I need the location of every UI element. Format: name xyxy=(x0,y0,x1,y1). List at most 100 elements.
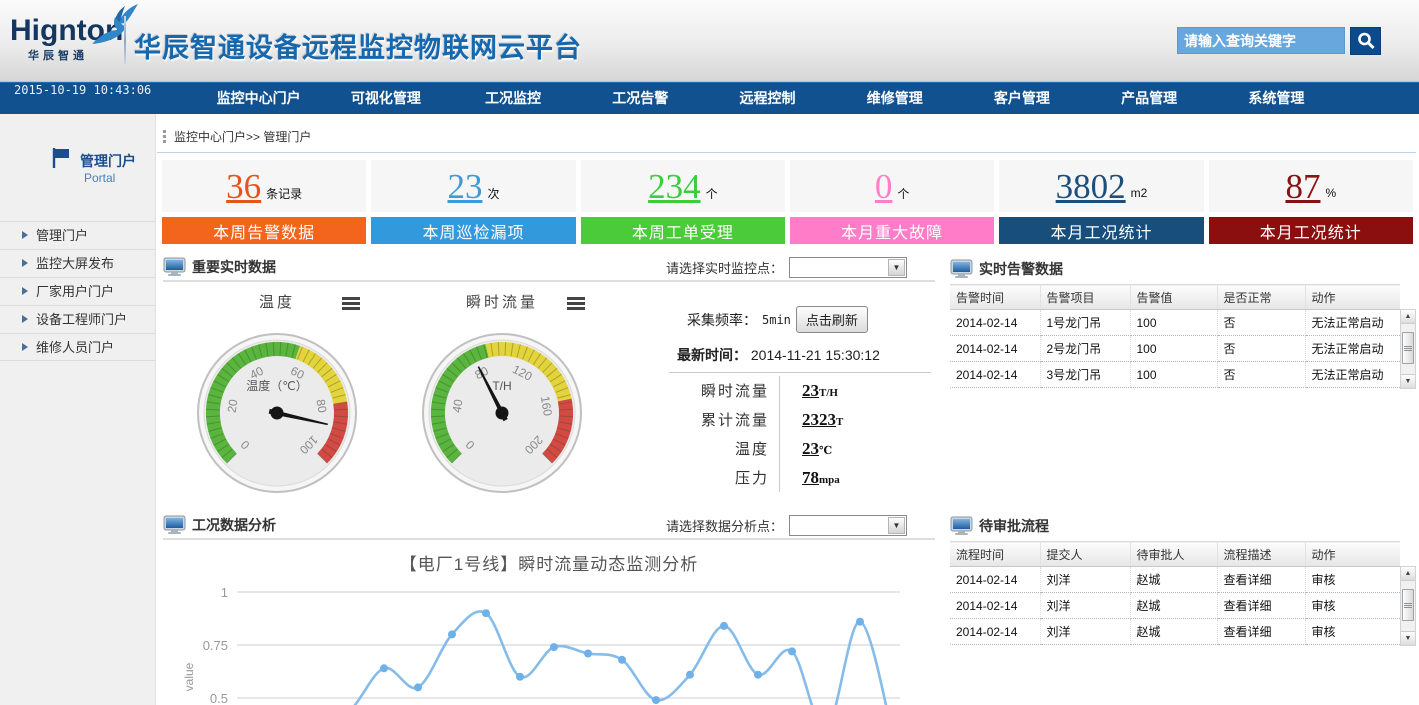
chart-menu-icon[interactable] xyxy=(567,297,585,300)
scrollbar-thumb[interactable] xyxy=(1402,589,1414,621)
readout-number[interactable]: 78 xyxy=(802,468,819,487)
data-point[interactable] xyxy=(618,656,626,664)
data-point[interactable] xyxy=(652,696,660,704)
analysis-select-label: 请选择数据分析点： xyxy=(666,516,783,535)
column-header: 告警时间 xyxy=(950,285,1040,310)
scrollbar-thumb[interactable] xyxy=(1402,332,1414,364)
stat-value-area: 234个 xyxy=(581,160,785,212)
stat-button[interactable]: 本月工况统计 xyxy=(999,217,1203,244)
stat-number[interactable]: 3802 xyxy=(1056,169,1126,204)
stat-button[interactable]: 本月工况统计 xyxy=(1209,217,1413,244)
table-cell[interactable]: 查看详细 xyxy=(1217,567,1305,593)
table-cell[interactable]: 审核 xyxy=(1305,593,1400,619)
flow-gauge: 04080120160200T/H xyxy=(417,328,587,498)
nav-item-产品管理[interactable]: 产品管理 xyxy=(1086,83,1213,115)
table-cell[interactable]: 查看详细 xyxy=(1217,593,1305,619)
stat-number[interactable]: 234 xyxy=(648,169,701,204)
data-point[interactable] xyxy=(754,671,762,679)
chart-menu-icon[interactable] xyxy=(342,297,360,300)
data-point[interactable] xyxy=(856,618,864,626)
portal-subtitle: Portal xyxy=(84,171,115,185)
analysis-point-select[interactable]: ▼ xyxy=(789,515,907,536)
data-point[interactable] xyxy=(584,650,592,658)
stat-number[interactable]: 87 xyxy=(1285,169,1320,204)
nav-item-工况告警[interactable]: 工况告警 xyxy=(577,83,704,115)
readout-number[interactable]: 23 xyxy=(802,381,819,400)
breadcrumb[interactable]: 监控中心门户>> 管理门户 xyxy=(163,128,311,145)
data-point[interactable] xyxy=(448,630,456,638)
refresh-button[interactable]: 点击刷新 xyxy=(796,306,868,333)
readout-number[interactable]: 2323 xyxy=(802,410,836,429)
search-input[interactable] xyxy=(1178,28,1344,53)
nav-item-工况监控[interactable]: 工况监控 xyxy=(449,83,576,115)
table-cell[interactable]: 审核 xyxy=(1305,619,1400,645)
data-point[interactable] xyxy=(516,673,524,681)
sidebar-item-管理门户[interactable]: 管理门户 xyxy=(0,221,155,249)
readout-value: 23℃ xyxy=(780,439,832,459)
stat-card: 3802m2本月工况统计 xyxy=(999,160,1203,244)
approval-table-scrollbar[interactable]: ▲ ▼ xyxy=(1400,566,1416,646)
data-point[interactable] xyxy=(686,671,694,679)
nav-timestamp: 2015-10-19 10:43:06 xyxy=(14,83,151,115)
table-cell: 刘洋 xyxy=(1040,567,1130,593)
sidebar-item-维修人员门户[interactable]: 维修人员门户 xyxy=(0,333,155,361)
arrow-right-icon xyxy=(22,315,28,323)
readout-label: 累计流量 xyxy=(669,409,769,430)
stat-button[interactable]: 本周工单受理 xyxy=(581,217,785,244)
logo-divider xyxy=(124,16,126,64)
nav-item-监控中心门户[interactable]: 监控中心门户 xyxy=(195,83,322,115)
svg-text:40: 40 xyxy=(450,398,466,414)
search-button[interactable] xyxy=(1350,27,1381,55)
scroll-up-icon[interactable]: ▲ xyxy=(1401,567,1415,581)
nav-item-可视化管理[interactable]: 可视化管理 xyxy=(322,83,449,115)
readout-number[interactable]: 23 xyxy=(802,439,819,458)
table-cell: 赵城 xyxy=(1130,619,1217,645)
table-cell: 100 xyxy=(1130,310,1217,336)
nav-item-客户管理[interactable]: 客户管理 xyxy=(958,83,1085,115)
scroll-down-icon[interactable]: ▼ xyxy=(1401,374,1415,388)
alarm-table-scrollbar[interactable]: ▲ ▼ xyxy=(1400,309,1416,389)
section-title: 重要实时数据 xyxy=(192,257,276,277)
data-point[interactable] xyxy=(550,643,558,651)
table-cell[interactable]: 审核 xyxy=(1305,567,1400,593)
chevron-down-icon[interactable]: ▼ xyxy=(888,517,905,534)
chevron-down-icon[interactable]: ▼ xyxy=(888,259,905,276)
table-cell: 2014-02-14 xyxy=(950,567,1040,593)
table-cell: 无法正常启动 xyxy=(1305,336,1400,362)
monitor-point-select[interactable]: ▼ xyxy=(789,257,907,278)
stat-button[interactable]: 本周告警数据 xyxy=(162,217,366,244)
sidebar-item-监控大屏发布[interactable]: 监控大屏发布 xyxy=(0,249,155,277)
nav-item-系统管理[interactable]: 系统管理 xyxy=(1213,83,1340,115)
stat-value-area: 87% xyxy=(1209,160,1413,212)
scroll-up-icon[interactable]: ▲ xyxy=(1401,310,1415,324)
scroll-down-icon[interactable]: ▼ xyxy=(1401,631,1415,645)
table-row: 2014-02-142号龙门吊100否无法正常启动 xyxy=(950,336,1400,362)
readout-unit: ℃ xyxy=(819,445,832,457)
nav-item-远程控制[interactable]: 远程控制 xyxy=(704,83,831,115)
data-point[interactable] xyxy=(482,609,490,617)
data-point[interactable] xyxy=(788,647,796,655)
table-row: 2014-02-143号龙门吊100否无法正常启动 xyxy=(950,362,1400,388)
svg-text:0.75: 0.75 xyxy=(203,638,228,653)
stat-number[interactable]: 0 xyxy=(875,169,893,204)
table-cell: 2014-02-14 xyxy=(950,619,1040,645)
table-cell: 否 xyxy=(1217,362,1305,388)
data-point[interactable] xyxy=(414,683,422,691)
table-cell[interactable]: 查看详细 xyxy=(1217,619,1305,645)
readout-divider xyxy=(669,372,931,373)
data-point[interactable] xyxy=(720,622,728,630)
stat-value-area: 36条记录 xyxy=(162,160,366,212)
sidebar-item-厂家用户门户[interactable]: 厂家用户门户 xyxy=(0,277,155,305)
stat-button[interactable]: 本周巡检漏项 xyxy=(371,217,575,244)
collect-frequency-label: 采集频率： xyxy=(687,310,757,330)
stat-number[interactable]: 36 xyxy=(226,169,261,204)
nav-item-维修管理[interactable]: 维修管理 xyxy=(831,83,958,115)
data-point[interactable] xyxy=(380,664,388,672)
nav-items: 监控中心门户可视化管理工况监控工况告警远程控制维修管理客户管理产品管理系统管理 xyxy=(195,83,1340,115)
latest-time-value: 2014-11-21 15:30:12 xyxy=(751,347,880,363)
column-header: 提交人 xyxy=(1040,542,1130,567)
stat-number[interactable]: 23 xyxy=(447,169,482,204)
stat-button[interactable]: 本月重大故障 xyxy=(790,217,994,244)
sidebar-item-设备工程师门户[interactable]: 设备工程师门户 xyxy=(0,305,155,333)
sidebar-item-label: 监控大屏发布 xyxy=(36,256,114,271)
